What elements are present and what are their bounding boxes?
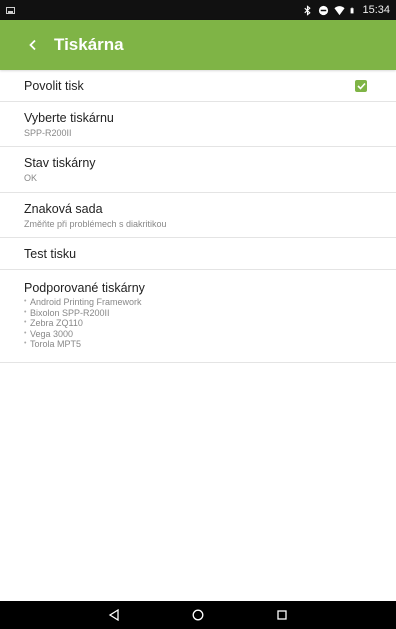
nav-home-button[interactable] [191,608,205,622]
supported-printers-label: Podporované tiskárny [24,281,145,295]
supported-printers-text: Podporované tiskárny Android Printing Fr… [24,281,145,350]
list-item: Android Printing Framework [24,297,145,308]
recents-square-icon [277,610,287,620]
bluetooth-icon [304,4,312,16]
enable-print-row[interactable]: Povolit tisk [0,70,396,102]
settings-list: Povolit tisk Vyberte tiskárnu SPP-R200II… [0,70,396,363]
printer-status-value: OK [24,173,38,183]
navigation-bar [0,601,396,629]
back-button[interactable] [14,20,52,70]
back-icon [29,39,36,51]
supported-printers-row[interactable]: Podporované tiskárny Android Printing Fr… [0,270,396,363]
printer-status-row[interactable]: Stav tiskárny OK [0,147,396,193]
charset-hint: Změňte při problémech s diakritikou [24,218,167,229]
enable-print-checkbox[interactable] [355,79,367,92]
home-circle-icon [192,609,204,621]
nav-back-button[interactable] [107,608,121,622]
printer-status-label: Stav tiskárny [24,156,96,170]
supported-printers-list: Android Printing Framework Bixolon SPP-R… [24,297,145,350]
select-printer-row[interactable]: Vyberte tiskárnu SPP-R200II [0,102,396,147]
charset-label: Znaková sada [24,201,103,216]
page-title: Tiskárna [54,35,124,54]
status-bar: 15:34 [0,0,396,20]
nav-recents-button[interactable] [275,608,289,622]
charset-text: Znaková sada Změňte při problémech s dia… [24,202,167,229]
list-item: Torola MPT5 [24,339,145,350]
status-time: 15:34 [362,4,390,16]
charset-row[interactable]: Znaková sada Změňte při problémech s dia… [0,193,396,238]
printer-status-text: Stav tiskárny OK [24,156,96,183]
select-printer-value: SPP-R200II [24,127,72,138]
battery-icon [351,7,354,13]
back-triangle-icon [108,609,119,621]
list-item: Vega 3000 [24,329,145,340]
wifi-icon [334,5,346,15]
enable-print-label: Povolit tisk [24,78,84,93]
test-print-row[interactable]: Test tisku [0,238,396,270]
list-item: Bixolon SPP-R200II [24,308,145,319]
test-print-label: Test tisku [24,246,77,261]
status-left [6,6,15,14]
app-bar: Tiskárna [0,20,396,70]
select-printer-text: Vyberte tiskárnu SPP-R200II [24,111,114,138]
signal-icon [319,5,329,15]
list-item: Zebra ZQ110 [24,318,145,329]
status-right: 15:34 [302,4,390,16]
select-printer-label: Vyberte tiskárnu [24,110,114,125]
notification-icon [6,6,15,14]
check-icon [356,82,366,90]
